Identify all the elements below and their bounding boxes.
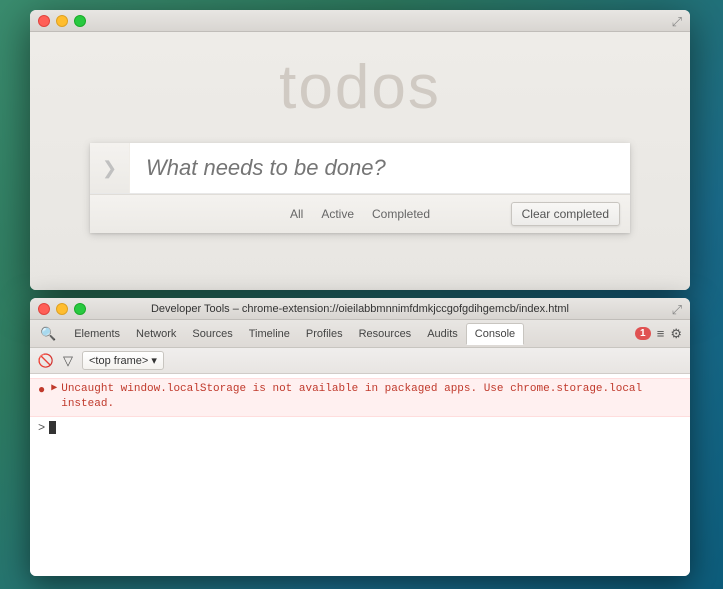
devtools-tabs-bar: 🔍 Elements Network Sources Timeline Prof… <box>30 320 690 348</box>
console-error-message: Uncaught window.localStorage is not avai… <box>61 382 682 413</box>
tab-elements[interactable]: Elements <box>66 324 128 344</box>
devtools-zoom-button[interactable] <box>74 303 86 315</box>
todo-input[interactable] <box>130 143 630 193</box>
tab-resources[interactable]: Resources <box>351 324 420 344</box>
search-icon[interactable]: 🔍 <box>34 322 62 346</box>
devtools-toolbar: 🚫 ▽ <top frame> ▾ <box>30 348 690 374</box>
todo-footer: All Active Completed Clear completed <box>90 194 630 233</box>
stack-icon[interactable]: ≡ <box>657 326 665 341</box>
devtools-minimize-button[interactable] <box>56 303 68 315</box>
filter-icon[interactable]: ▽ <box>60 353 76 369</box>
tab-profiles[interactable]: Profiles <box>298 324 351 344</box>
minimize-button[interactable] <box>56 15 68 27</box>
tab-network[interactable]: Network <box>128 324 184 344</box>
zoom-button[interactable] <box>74 15 86 27</box>
todo-input-row: ❯ <box>90 143 630 194</box>
devtools-console: ● ▶ Uncaught window.localStorage is not … <box>30 374 690 576</box>
filter-all-button[interactable]: All <box>281 203 312 225</box>
footer-filters: All Active Completed <box>281 203 439 225</box>
console-prompt-symbol: > <box>38 421 45 435</box>
frame-label: <top frame> <box>89 355 148 367</box>
frame-arrow: ▾ <box>151 354 157 367</box>
filter-active-button[interactable]: Active <box>312 203 363 225</box>
tab-timeline[interactable]: Timeline <box>241 324 298 344</box>
devtools-title: Developer Tools – chrome-extension://oie… <box>151 303 569 315</box>
todo-titlebar: ⤢ <box>30 10 690 32</box>
error-expand-icon[interactable]: ▶ <box>51 382 57 394</box>
todo-app-content: todos ❯ All Active Completed Clear compl… <box>30 32 690 290</box>
console-prompt-row[interactable]: > <box>30 417 690 439</box>
error-circle-icon: ● <box>38 383 45 397</box>
close-button[interactable] <box>38 15 50 27</box>
clear-console-icon[interactable]: 🚫 <box>38 353 54 369</box>
tab-console[interactable]: Console <box>466 323 524 345</box>
console-error-row: ● ▶ Uncaught window.localStorage is not … <box>30 378 690 417</box>
tab-sources[interactable]: Sources <box>184 324 240 344</box>
devtools-close-button[interactable] <box>38 303 50 315</box>
window-expand-icon[interactable]: ⤢ <box>672 14 682 30</box>
settings-icon[interactable]: ⚙ <box>670 326 682 342</box>
frame-selector[interactable]: <top frame> ▾ <box>82 351 164 370</box>
error-badge: 1 <box>635 327 651 340</box>
app-title: todos <box>279 52 441 123</box>
todo-app-window: ⤢ todos ❯ All Active Completed Clear com… <box>30 10 690 290</box>
devtools-expand-icon[interactable]: ⤢ <box>672 302 682 318</box>
devtools-window: Developer Tools – chrome-extension://oie… <box>30 298 690 576</box>
devtools-traffic-lights <box>38 303 86 315</box>
console-cursor <box>49 421 56 434</box>
todo-container: ❯ All Active Completed Clear completed <box>90 143 630 233</box>
traffic-lights <box>38 15 86 27</box>
clear-completed-button[interactable]: Clear completed <box>511 202 620 226</box>
devtools-tabs-right: 1 ≡ ⚙ <box>635 326 686 342</box>
devtools-titlebar: Developer Tools – chrome-extension://oie… <box>30 298 690 320</box>
tab-audits[interactable]: Audits <box>419 324 466 344</box>
filter-completed-button[interactable]: Completed <box>363 203 439 225</box>
toggle-all-button[interactable]: ❯ <box>90 143 130 193</box>
